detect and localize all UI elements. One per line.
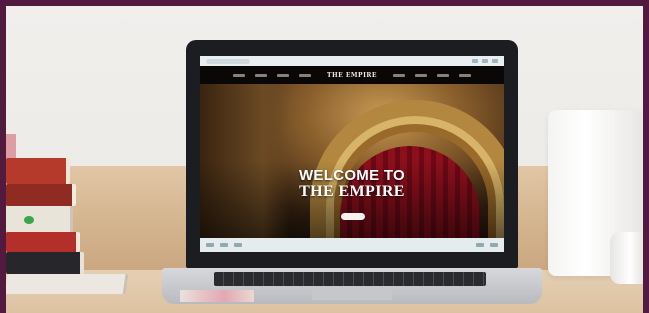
nav-link[interactable] [414, 73, 427, 77]
book [6, 232, 80, 252]
site-logo[interactable]: THE EMPIRE [321, 72, 383, 79]
nav-link[interactable] [458, 73, 471, 77]
nav-link[interactable] [436, 73, 449, 77]
laptop-base [162, 268, 542, 304]
keyboard [214, 272, 486, 286]
photo-scene: THE EMPIRE WELCOME TO THE EMPIRE [6, 6, 643, 313]
hero-cta-button[interactable] [341, 213, 365, 220]
nav-link[interactable] [233, 73, 246, 77]
hero-title: WELCOME TO THE EMPIRE [200, 168, 504, 200]
taskbar-item[interactable] [220, 243, 228, 247]
nav-link[interactable] [299, 73, 312, 77]
hero-section: WELCOME TO THE EMPIRE [200, 84, 504, 238]
green-dot-icon [24, 216, 34, 224]
book [6, 274, 129, 294]
nav-link[interactable] [392, 73, 405, 77]
start-icon[interactable] [206, 243, 214, 247]
laptop-screen: THE EMPIRE WELCOME TO THE EMPIRE [200, 56, 504, 252]
site-navigation: THE EMPIRE [200, 66, 504, 84]
hero-title-line2: THE EMPIRE [299, 183, 405, 200]
minimize-icon[interactable] [472, 59, 478, 63]
book [6, 158, 70, 184]
tray-icon[interactable] [490, 243, 498, 247]
book [6, 184, 76, 206]
taskbar [200, 238, 504, 252]
nav-link[interactable] [277, 73, 290, 77]
tray-icon[interactable] [476, 243, 484, 247]
maximize-icon[interactable] [482, 59, 488, 63]
glass-jar [610, 232, 643, 284]
address-bar[interactable] [206, 58, 250, 64]
book [6, 206, 73, 232]
hero-title-line1: WELCOME TO [298, 167, 406, 184]
taskbar-item[interactable] [234, 243, 242, 247]
nav-link[interactable] [255, 73, 268, 77]
close-icon[interactable] [492, 59, 498, 63]
laptop-lid: THE EMPIRE WELCOME TO THE EMPIRE [186, 40, 518, 268]
trackpad [312, 290, 392, 300]
brochure [180, 290, 254, 302]
browser-toolbar [200, 56, 504, 66]
book [6, 252, 84, 274]
